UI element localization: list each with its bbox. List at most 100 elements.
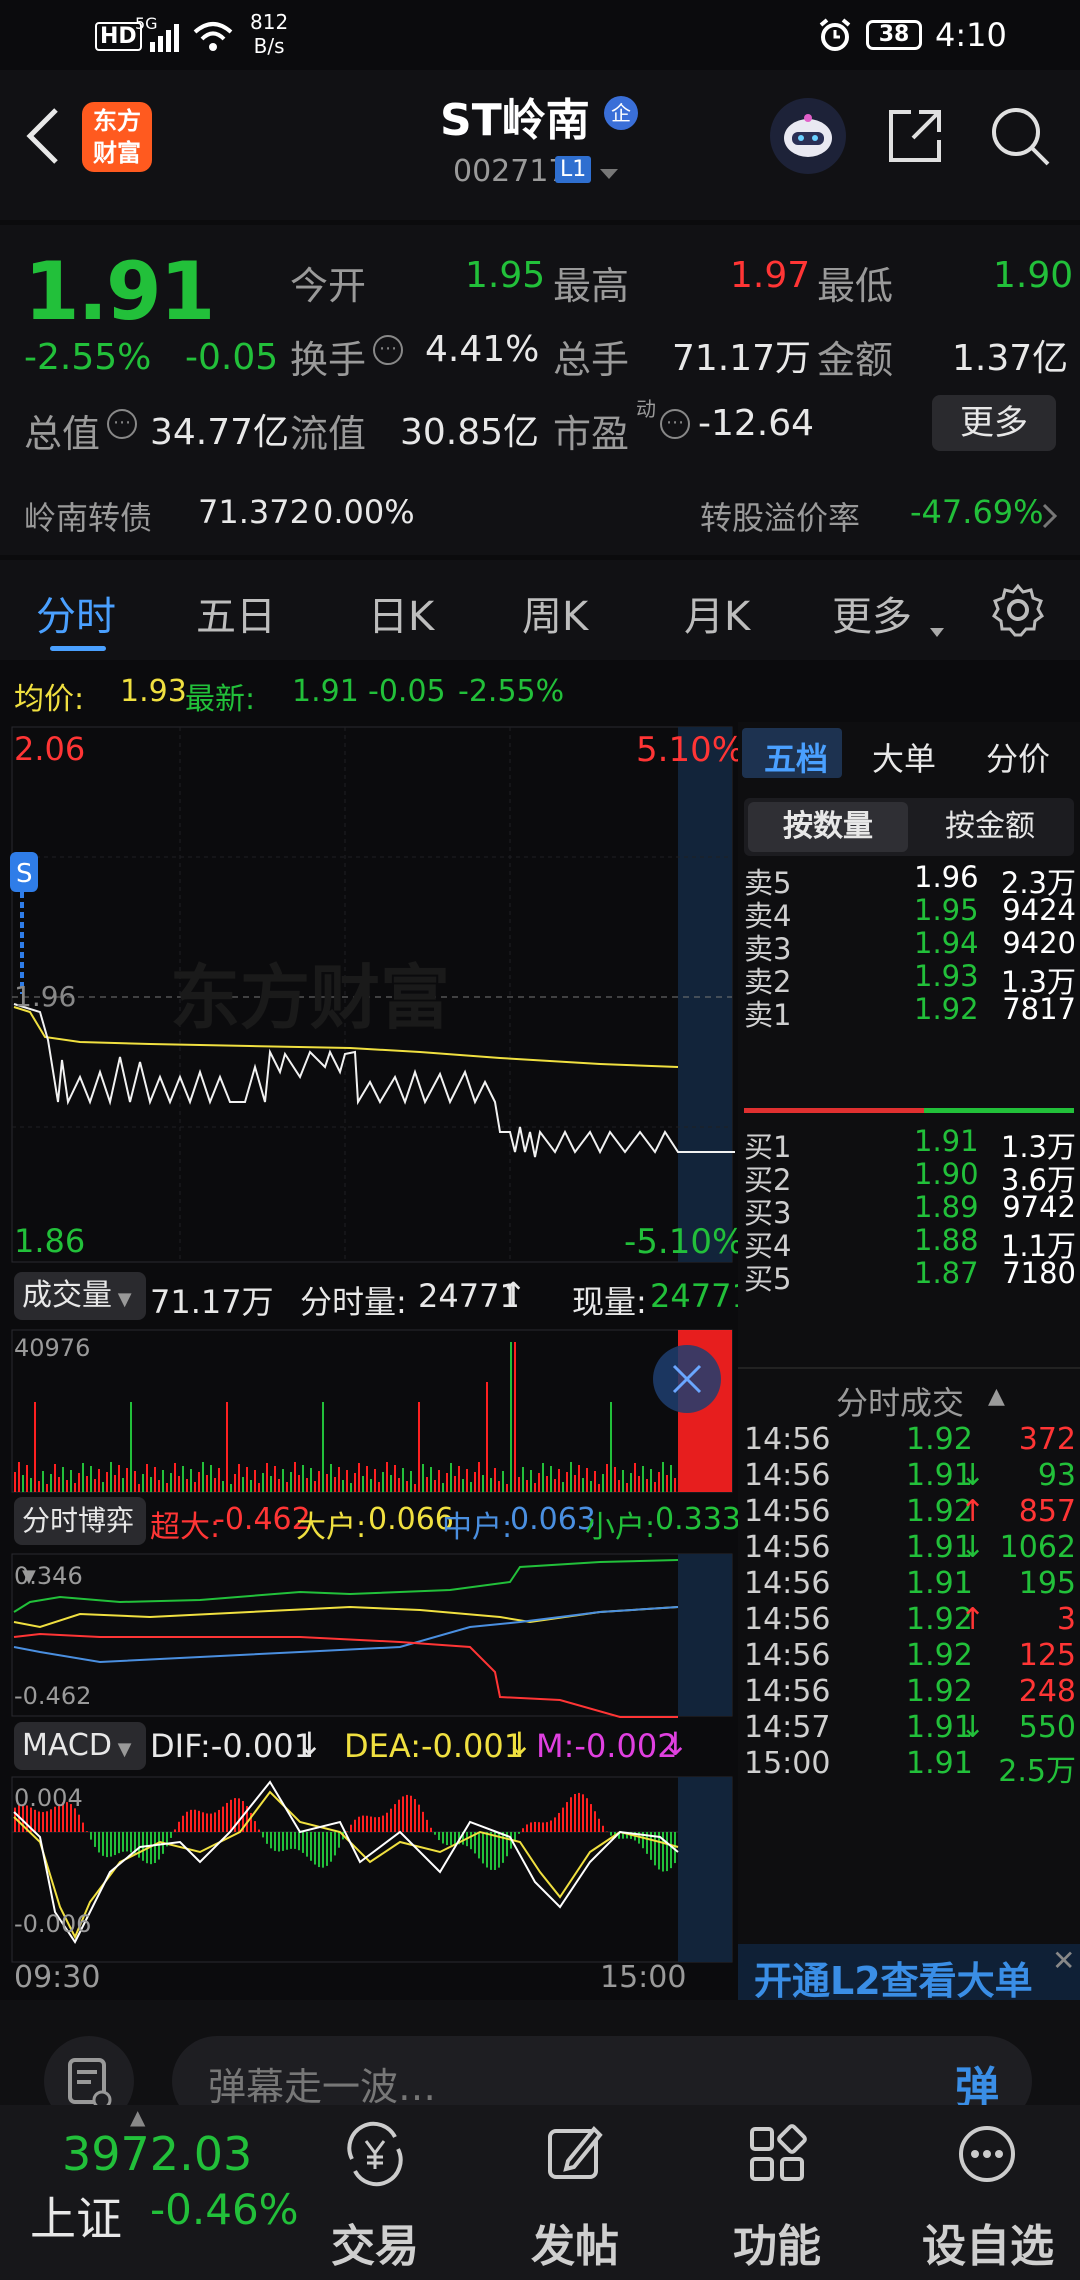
- game-selector[interactable]: 分时博弈 ▼: [14, 1497, 146, 1587]
- game-max: 0.346: [14, 1562, 83, 1590]
- volume-bar: [422, 1464, 424, 1492]
- volume-bar: [482, 1475, 484, 1492]
- trades-title[interactable]: 分时成交: [836, 1378, 964, 1424]
- info-icon[interactable]: ⋯: [373, 335, 403, 365]
- macd-bar: [370, 1816, 372, 1832]
- volume-bar: [374, 1469, 376, 1492]
- ask-row[interactable]: 卖1 1.92 7817: [738, 992, 1080, 1032]
- volume-bar: [490, 1478, 492, 1492]
- trade-row: 14:56 1.92 125: [738, 1638, 1080, 1674]
- close-icon[interactable]: ✕: [1052, 1944, 1075, 1977]
- index-value[interactable]: 3972.03: [62, 2127, 252, 2181]
- volume-bar: [670, 1465, 672, 1492]
- index-name[interactable]: 上证: [30, 2183, 122, 2249]
- convertible-bond-row[interactable]: 岭南转债 71.372 0.00% 转股溢价率 -47.69%: [0, 475, 1080, 555]
- macd-bar: [290, 1832, 292, 1849]
- dif-value: DIF:-0.001: [150, 1727, 314, 1765]
- trade-price: 1.92: [906, 1638, 973, 1673]
- volume-bar: [178, 1476, 180, 1492]
- volume-bar: [170, 1473, 172, 1492]
- tab-price-distribution[interactable]: 分价: [986, 734, 1050, 780]
- caret-down-icon[interactable]: [930, 602, 944, 648]
- macd-bar: [666, 1832, 668, 1872]
- volume-bar: [662, 1462, 664, 1492]
- intraday-chart[interactable]: 东方财富 S 2.06 5.10% 1.86 -5.10% 1.96 成交量 ▼: [0, 722, 752, 2002]
- bid-row[interactable]: 买5 1.87 7180: [738, 1256, 1080, 1296]
- tab-intraday[interactable]: 分时: [36, 584, 116, 642]
- volume-bar: [174, 1463, 176, 1492]
- more-dots-icon: [959, 2126, 1015, 2182]
- search-icon[interactable]: [988, 104, 1052, 172]
- tab-five-levels[interactable]: 五档: [764, 734, 828, 780]
- trade-time: 14:57: [744, 1710, 831, 1745]
- bid-row[interactable]: 买1 1.91 1.3万: [738, 1124, 1080, 1164]
- macd-bar: [182, 1815, 184, 1832]
- tab-weekly-k[interactable]: 周K: [522, 584, 588, 642]
- subtab-by-amount[interactable]: 按金额: [910, 802, 1070, 852]
- bid-row[interactable]: 买4 1.88 1.1万: [738, 1223, 1080, 1263]
- pe-value: -12.64: [698, 403, 815, 444]
- nav-watchlist[interactable]: 设自选: [904, 2115, 1072, 2275]
- subtab-by-quantity[interactable]: 按数量: [748, 802, 908, 852]
- ref-price: 1.96: [14, 980, 77, 1013]
- tab-daily-k[interactable]: 日K: [368, 584, 434, 642]
- index-percent[interactable]: -0.46%: [150, 2185, 299, 2234]
- danmu-bar: 弹幕走一波… 弹: [0, 2000, 1080, 2126]
- volume-selector[interactable]: 成交量 ▼: [14, 1272, 146, 1320]
- tab-five-day[interactable]: 五日: [196, 584, 276, 642]
- ask-row[interactable]: 卖2 1.93 1.3万: [738, 959, 1080, 999]
- macd-bar: [78, 1814, 80, 1832]
- volume-bar: [322, 1402, 324, 1492]
- macd-bar: [382, 1815, 384, 1832]
- tab-monthly-k[interactable]: 月K: [684, 584, 750, 642]
- info-icon[interactable]: ⋯: [107, 409, 137, 439]
- gear-icon[interactable]: [990, 582, 1046, 648]
- more-button[interactable]: 更多: [932, 395, 1056, 451]
- tab-more[interactable]: 更多: [832, 584, 912, 642]
- volume-bar: [514, 1342, 516, 1492]
- volume-bar: [298, 1475, 300, 1492]
- ask-row[interactable]: 卖5 1.96 2.3万: [738, 860, 1080, 900]
- trade-row: 14:56 1.92 372: [738, 1422, 1080, 1458]
- volume-bar: [218, 1468, 220, 1492]
- volume-bar: [382, 1472, 384, 1492]
- nav-functions[interactable]: 功能: [702, 2115, 852, 2275]
- macd-bar: [150, 1832, 152, 1865]
- macd-bar: [34, 1809, 36, 1832]
- bid-row[interactable]: 买2 1.90 3.6万: [738, 1157, 1080, 1197]
- pe-superscript: 动: [636, 397, 656, 421]
- l2-banner[interactable]: 开通L2查看大单 ✕: [738, 1944, 1080, 2003]
- info-icon[interactable]: ⋯: [660, 409, 690, 439]
- chevron-down-icon[interactable]: [598, 166, 620, 185]
- macd-bar: [314, 1832, 316, 1865]
- app-logo[interactable]: 东方 财富: [82, 102, 152, 172]
- level-badge[interactable]: L1: [555, 156, 592, 183]
- ask-row[interactable]: 卖4 1.95 9424: [738, 893, 1080, 933]
- volume-bar: [230, 1484, 232, 1492]
- ask-row[interactable]: 卖3 1.94 9420: [738, 926, 1080, 966]
- volume-bar: [50, 1474, 52, 1492]
- share-icon[interactable]: [885, 106, 945, 170]
- nav-trade[interactable]: 交易: [300, 2115, 450, 2275]
- logo-line2: 财富: [93, 139, 141, 167]
- bid-price: 1.88: [914, 1223, 979, 1257]
- macd-bar: [266, 1832, 268, 1844]
- robot-assistant-icon[interactable]: [770, 98, 846, 174]
- macd-bar: [306, 1832, 308, 1857]
- medium-value: 0.063: [510, 1502, 596, 1537]
- volume-bar: [498, 1481, 500, 1492]
- back-button[interactable]: [22, 106, 62, 170]
- macd-bar: [46, 1811, 48, 1832]
- macd-selector[interactable]: MACD ▼: [14, 1722, 146, 1770]
- volume-bar: [86, 1476, 88, 1492]
- macd-bar: [194, 1809, 196, 1832]
- tab-big-orders[interactable]: 大单: [872, 734, 936, 780]
- small-value: 0.333: [655, 1502, 741, 1537]
- now-volume-label: 现量:: [572, 1283, 647, 1321]
- nav-post[interactable]: 发帖: [500, 2115, 650, 2275]
- caret-up-icon[interactable]: ▲: [988, 1384, 1005, 1409]
- bid-row[interactable]: 买3 1.89 9742: [738, 1190, 1080, 1230]
- volume-bar: [402, 1468, 404, 1492]
- volume-bar: [546, 1476, 548, 1492]
- volume-bar: [594, 1471, 596, 1492]
